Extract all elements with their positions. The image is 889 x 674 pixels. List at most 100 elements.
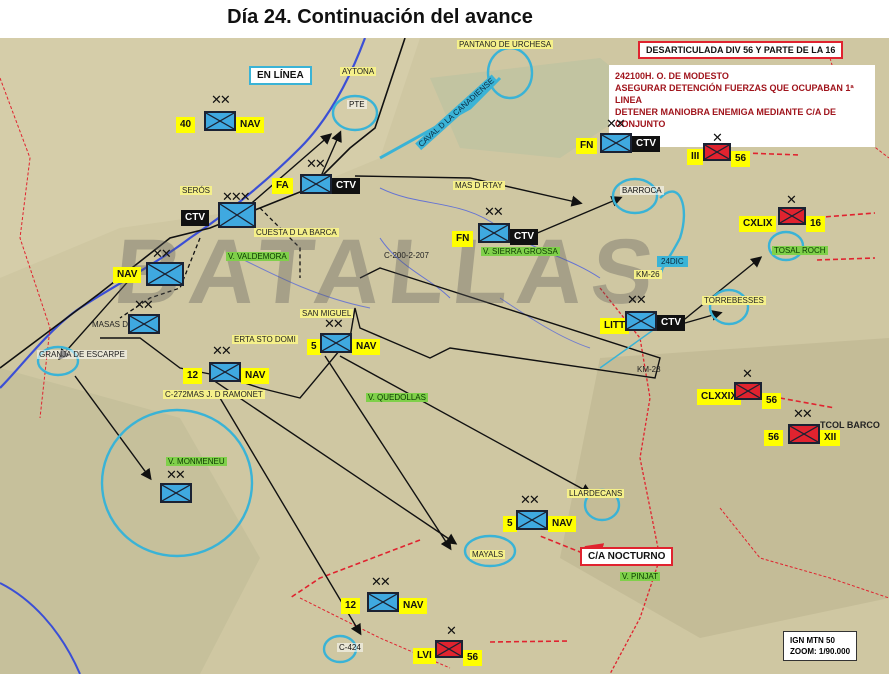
echelon-mark: ✕✕: [520, 492, 540, 507]
label-aytona: AYTONA: [340, 67, 377, 76]
unit-corps: CTV: [332, 178, 360, 194]
label-cuesta: CUESTA D LA BARCA: [254, 228, 339, 237]
label-km26: KM-26: [634, 270, 662, 279]
unit-number: 5: [307, 339, 321, 355]
unit-corps: NAV: [241, 368, 270, 384]
unit-number: 12: [341, 598, 361, 614]
unit-number: 5: [503, 516, 517, 532]
unit-number: 12: [183, 368, 203, 384]
echelon-mark: ✕✕: [627, 292, 647, 307]
unit-number: NAV: [113, 267, 142, 283]
en-linea-box: EN LÍNEA: [249, 66, 312, 85]
unit-lvi-56[interactable]: [435, 640, 463, 658]
unit-number: III: [687, 149, 704, 165]
unit-number: 40: [176, 117, 196, 133]
label-torrebesses: TORREBESSES: [702, 296, 766, 305]
unit-corps: CTV: [510, 229, 538, 245]
unit-40-nav[interactable]: [204, 111, 236, 131]
echelon-mark: ✕✕: [484, 204, 504, 219]
unit-corps: 56: [731, 151, 751, 167]
echelon-mark: ✕✕: [134, 297, 154, 312]
unit-corps: CTV: [657, 315, 685, 331]
unit-5-nav-2[interactable]: [516, 510, 548, 530]
unit-corps: XII: [820, 430, 841, 446]
echelon-mark: ✕✕: [306, 156, 326, 171]
tactical-map[interactable]: BATALLAS AYTONA PANTANO DE URCHESA CAVAL…: [0, 38, 889, 674]
unit-12-nav-2[interactable]: [367, 592, 399, 612]
unit-ctv-corps[interactable]: [218, 202, 256, 228]
unit-iii-56[interactable]: [703, 143, 731, 161]
unit-cxlix-16[interactable]: [778, 207, 806, 225]
echelon-mark: ✕: [446, 623, 457, 638]
label-c424: C-424: [337, 643, 363, 652]
order-line-1: 242100H. O. DE MODESTO: [615, 71, 729, 81]
label-tcol-barco: TCOL BARCO: [820, 420, 880, 430]
echelon-mark: ✕✕: [606, 116, 626, 131]
unit-corps: NAV: [399, 598, 428, 614]
label-valdemora: V. VALDEMORA: [226, 252, 289, 261]
label-quedollas: V. QUEDOLLAS: [366, 393, 428, 402]
unit-corps: NAV: [236, 117, 265, 133]
page-title: Día 24. Continuación del avance: [227, 6, 533, 28]
unit-corps: 16: [806, 216, 826, 232]
unit-masas[interactable]: [128, 314, 160, 334]
scale-zoom: ZOOM: 1/90.000: [790, 647, 851, 656]
unit-number: FN: [452, 231, 474, 247]
scale-box: IGN MTN 50 ZOOM: 1/90.000: [783, 631, 858, 661]
unit-clxxix-56[interactable]: [734, 382, 762, 400]
unit-56-xii[interactable]: [788, 424, 820, 444]
label-seros: SERÓS: [180, 186, 213, 195]
unit-corps: NAV: [352, 339, 381, 355]
label-erta: ERTA STO DOMI: [232, 335, 298, 344]
label-pte: PTE: [347, 100, 367, 109]
label-barroca: BARROCA: [620, 186, 664, 195]
unit-number: LVI: [413, 648, 436, 664]
unit-12-nav-1[interactable]: [209, 362, 241, 382]
unit-number: 56: [764, 430, 784, 446]
unit-corps: NAV: [548, 516, 577, 532]
echelon-mark: ✕✕: [211, 92, 231, 107]
ca-nocturno-box: C/A NOCTURNO: [580, 547, 674, 566]
echelon-mark: ✕: [786, 192, 797, 207]
echelon-mark: ✕✕: [793, 406, 813, 421]
desarticulada-box: DESARTICULADA DIV 56 Y PARTE DE LA 16: [638, 41, 844, 59]
unit-number: FA: [272, 178, 293, 194]
label-llardecans: LLARDECANS: [567, 489, 625, 498]
order-line-2: ASEGURAR DETENCIÓN FUERZAS QUE OCUPABAN …: [615, 83, 854, 105]
unit-litt-ctv[interactable]: [625, 311, 657, 331]
watermark: BATALLAS: [109, 221, 667, 323]
label-24dic: 24DIC: [657, 256, 688, 267]
echelon-mark: ✕✕: [371, 574, 391, 589]
scale-source: IGN MTN 50: [790, 636, 835, 645]
label-mas-rtay: MAS D RTAY: [453, 181, 505, 190]
unit-5-nav-1[interactable]: [320, 333, 352, 353]
unit-nav[interactable]: [146, 262, 184, 286]
unit-fn-ctv-2[interactable]: [478, 223, 510, 243]
unit-corps: 56: [463, 650, 483, 666]
echelon-mark: ✕✕: [324, 316, 344, 331]
label-mayals: MAYALS: [470, 550, 506, 559]
order-box: 242100H. O. DE MODESTO ASEGURAR DETENCIÓ…: [609, 65, 875, 147]
label-c272: C-272MAS J. D RAMONET: [163, 390, 265, 399]
unit-number: CTV: [181, 210, 209, 226]
label-c200: C-200-2-207: [384, 251, 429, 260]
echelon-mark: ✕: [742, 366, 753, 381]
unit-corps: CTV: [632, 136, 660, 152]
echelon-mark: ✕✕: [166, 467, 186, 482]
label-tosal-roch: TOSAL ROCH: [772, 246, 828, 255]
unit-monmeneu[interactable]: [160, 483, 192, 503]
label-pantano: PANTANO DE URCHESA: [457, 40, 554, 49]
unit-number: CXLIX: [739, 216, 777, 232]
unit-fa-ctv[interactable]: [300, 174, 332, 194]
unit-number: FN: [576, 138, 598, 154]
unit-corps: 56: [762, 393, 782, 409]
label-sierra-grossa: V. SIERRA GROSSA: [481, 247, 560, 256]
echelon-mark: ✕✕: [212, 343, 232, 358]
label-pinjat: V. PINJAT: [620, 572, 661, 581]
order-line-3: DETENER MANIOBRA ENEMIGA MEDIANTE C/A DE…: [615, 107, 837, 129]
label-monmeneu: V. MONMENEU: [166, 457, 227, 466]
echelon-mark: ✕✕: [152, 246, 172, 261]
label-granja: GRANJA DE ESCARPE: [37, 350, 127, 359]
label-km28: KM-28: [637, 365, 661, 374]
unit-fn-ctv-1[interactable]: [600, 133, 632, 153]
